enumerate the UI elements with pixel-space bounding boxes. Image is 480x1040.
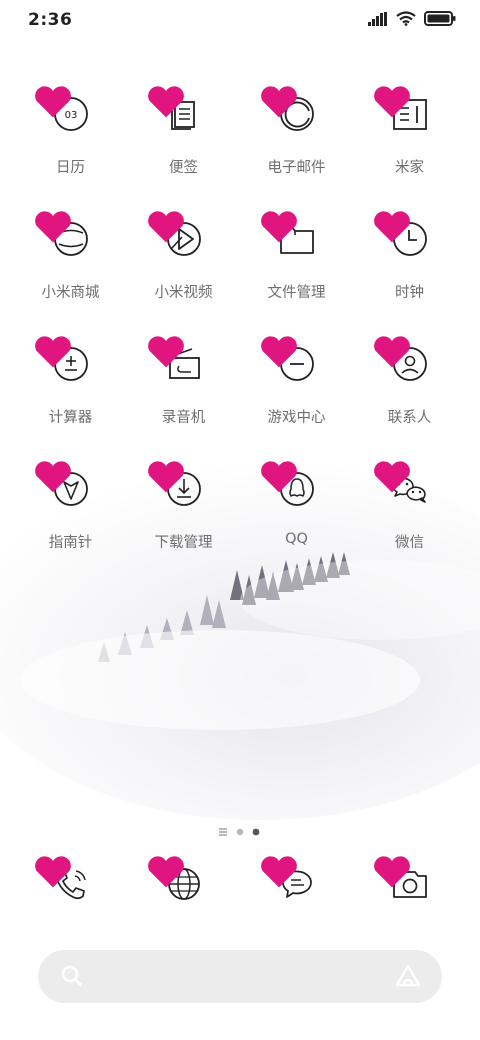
- wifi-icon: [396, 11, 416, 26]
- app-label: 文件管理: [267, 285, 326, 301]
- assistant-icon[interactable]: [394, 963, 422, 989]
- app-mijia[interactable]: 米家: [353, 78, 466, 188]
- heart-badge-icon: [34, 461, 71, 493]
- app-label: 指南针: [48, 535, 93, 551]
- heart-badge-icon: [147, 461, 184, 493]
- app-compass[interactable]: 指南针: [14, 453, 127, 563]
- search-bar[interactable]: [38, 950, 442, 1003]
- app-email[interactable]: 电子邮件: [240, 78, 353, 188]
- app-download-manager[interactable]: 下载管理: [127, 453, 240, 563]
- app-clock[interactable]: 时钟: [353, 203, 466, 313]
- app-label: 电子邮件: [267, 160, 326, 176]
- heart-badge-icon: [373, 86, 410, 118]
- home-pages-icon: [219, 828, 227, 836]
- app-label: 下载管理: [154, 535, 213, 551]
- dock-browser[interactable]: [127, 848, 240, 928]
- heart-badge-icon: [34, 86, 71, 118]
- heart-badge-icon: [373, 336, 410, 368]
- heart-badge-icon: [260, 856, 297, 888]
- heart-badge-icon: [147, 856, 184, 888]
- page-dot-active: [252, 828, 260, 836]
- app-label: 录音机: [161, 410, 206, 426]
- dock-messages[interactable]: [240, 848, 353, 928]
- app-wechat[interactable]: 微信: [353, 453, 466, 563]
- app-mi-store[interactable]: 小米商城: [14, 203, 127, 313]
- app-notes[interactable]: 便签: [127, 78, 240, 188]
- dock-camera[interactable]: [353, 848, 466, 928]
- dock-phone[interactable]: [14, 848, 127, 928]
- app-game-center[interactable]: 游戏中心: [240, 328, 353, 438]
- heart-badge-icon: [147, 86, 184, 118]
- app-file-manager[interactable]: 文件管理: [240, 203, 353, 313]
- signal-icon: [368, 11, 387, 26]
- heart-badge-icon: [34, 211, 71, 243]
- status-time: 2:36: [28, 10, 73, 30]
- app-label: 便签: [169, 160, 198, 176]
- app-label: 计算器: [48, 410, 93, 426]
- dock: [0, 848, 480, 938]
- app-label: 时钟: [395, 285, 424, 301]
- heart-badge-icon: [373, 461, 410, 493]
- heart-badge-icon: [147, 336, 184, 368]
- heart-badge-icon: [260, 336, 297, 368]
- status-icons: [368, 11, 456, 26]
- heart-badge-icon: [34, 856, 71, 888]
- page-indicator: [0, 823, 480, 836]
- status-bar: 2:36: [0, 0, 480, 40]
- app-label: 日历: [56, 160, 85, 176]
- app-recorder[interactable]: 录音机: [127, 328, 240, 438]
- app-label: 小米视频: [154, 285, 213, 301]
- app-calculator[interactable]: 计算器: [14, 328, 127, 438]
- heart-badge-icon: [260, 86, 297, 118]
- heart-badge-icon: [147, 211, 184, 243]
- app-label: 联系人: [387, 410, 432, 426]
- search-icon: [61, 965, 83, 987]
- page-dot: [236, 828, 244, 836]
- app-label: 微信: [395, 535, 424, 551]
- heart-badge-icon: [34, 336, 71, 368]
- app-label: QQ: [285, 531, 308, 547]
- heart-badge-icon: [260, 461, 297, 493]
- app-label: 米家: [395, 160, 424, 176]
- app-label: 游戏中心: [267, 410, 326, 426]
- heart-badge-icon: [260, 211, 297, 243]
- heart-badge-icon: [373, 856, 410, 888]
- app-mi-video[interactable]: 小米视频: [127, 203, 240, 313]
- app-qq[interactable]: QQ: [240, 453, 353, 563]
- app-calendar[interactable]: 03 日历: [14, 78, 127, 188]
- app-label: 小米商城: [41, 285, 100, 301]
- battery-icon: [424, 11, 456, 26]
- app-contacts[interactable]: 联系人: [353, 328, 466, 438]
- heart-badge-icon: [373, 211, 410, 243]
